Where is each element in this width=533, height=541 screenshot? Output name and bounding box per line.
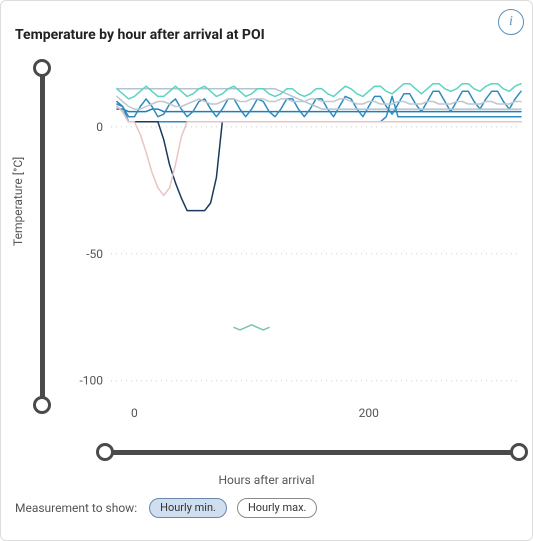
- x-axis-label: Hours after arrival: [1, 473, 532, 487]
- y-tick-label: -100: [79, 374, 103, 388]
- series-line: [117, 107, 521, 196]
- y-slider-track: [40, 69, 45, 404]
- y-axis-label: Temperature [°C]: [11, 157, 25, 246]
- y-slider-handle-bottom[interactable]: [33, 396, 51, 414]
- measurement-toggle-row: Measurement to show: Hourly min. Hourly …: [15, 498, 522, 518]
- line-chart[interactable]: 0 -50 -100 0 200: [61, 61, 523, 431]
- x-slider-handle-right[interactable]: [510, 443, 528, 461]
- chart-title: Temperature by hour after arrival at POI: [15, 27, 265, 43]
- x-tick-label: 0: [131, 406, 138, 420]
- y-tick-label: 0: [96, 120, 103, 134]
- x-slider-track: [106, 450, 518, 455]
- series-line: [117, 91, 521, 116]
- measurement-toggle-label: Measurement to show:: [15, 501, 137, 515]
- info-icon[interactable]: i: [498, 9, 524, 35]
- series-line: [234, 325, 269, 330]
- hourly-max-button[interactable]: Hourly max.: [237, 498, 318, 518]
- x-slider-handle-left[interactable]: [96, 443, 114, 461]
- chart-panel: Temperature by hour after arrival at POI…: [0, 0, 533, 541]
- x-range-slider[interactable]: [96, 441, 528, 463]
- y-tick-label: -50: [86, 247, 103, 261]
- y-range-slider[interactable]: [31, 59, 53, 414]
- series-line: [117, 84, 521, 99]
- hourly-min-button[interactable]: Hourly min.: [149, 498, 227, 518]
- x-tick-label: 200: [359, 406, 379, 420]
- y-slider-handle-top[interactable]: [33, 59, 51, 77]
- info-glyph: i: [509, 15, 513, 29]
